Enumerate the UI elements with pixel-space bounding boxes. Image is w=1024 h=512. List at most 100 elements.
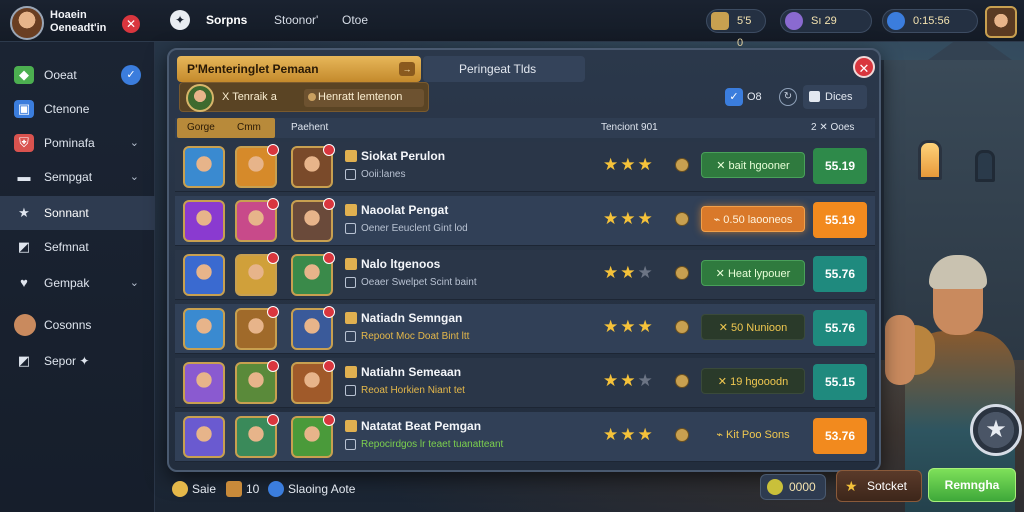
offer-row[interactable]: Naoolat Pengat Oener Eeuclent Gint lod ★★★…: [175, 196, 875, 246]
chart-icon: ◩: [17, 353, 31, 368]
coin-counter[interactable]: 5'5 0: [706, 9, 766, 49]
star-icon: ★: [603, 209, 621, 228]
favorite-star-button[interactable]: ★: [970, 404, 1022, 456]
unit-portrait[interactable]: [291, 414, 335, 458]
chevron-down-icon: ⌄: [129, 277, 139, 289]
offer-type-icon: [345, 258, 357, 270]
column-tab-2[interactable]: Cmm: [237, 118, 261, 138]
unit-portrait[interactable]: [183, 416, 225, 458]
secondary-button[interactable]: ★ Sotcket: [836, 470, 922, 502]
unit-portrait[interactable]: [183, 146, 225, 188]
sidebar-item-8[interactable]: Cosonns: [0, 308, 155, 342]
sidebar-item-1[interactable]: ◆ Ooeat ✓: [0, 58, 155, 92]
unit-portrait[interactable]: [291, 252, 335, 296]
bottom-counter-value: 0000: [789, 480, 816, 494]
notification-badge-icon: [267, 414, 279, 426]
info-icon: [345, 385, 356, 396]
offer-subtitle: Repoot Moc Doat Bint ltt: [361, 331, 470, 342]
buy-price-button[interactable]: 55.15: [813, 364, 867, 400]
nav-tab-1[interactable]: Sorpns: [206, 13, 247, 27]
offer-row[interactable]: Nalo ltgenoos Oeaer Swelpet Scint baint ★★…: [175, 250, 875, 300]
logo-icon[interactable]: ✦: [170, 10, 190, 30]
unit-portrait[interactable]: [235, 360, 279, 404]
nav-tab-3[interactable]: Otoe: [342, 13, 368, 27]
offer-title: Natiadn Semngan: [361, 311, 463, 325]
star-icon: ★: [620, 425, 638, 444]
unit-portrait[interactable]: [235, 144, 279, 188]
timer-counter[interactable]: 0:15:56: [882, 9, 978, 33]
sidebar-item-6[interactable]: ◩ Sefmnat: [0, 230, 155, 264]
offer-row[interactable]: Natiadn Semngan Repoot Moc Doat Bint ltt ★…: [175, 304, 875, 354]
star-icon: ★: [620, 209, 638, 228]
unit-portrait[interactable]: [235, 414, 279, 458]
column-tab-1[interactable]: Gorge: [187, 118, 215, 138]
unit-portrait[interactable]: [183, 308, 225, 350]
sword-icon: [226, 481, 242, 497]
reward-tag: ⌁ Kit Poo Sons: [716, 429, 790, 441]
tab-inactive[interactable]: Peringeat Tlds: [423, 56, 585, 82]
buy-price-button[interactable]: 55.76: [813, 256, 867, 292]
bottom-counter[interactable]: 0000: [760, 474, 826, 500]
profile-close-button[interactable]: ✕: [122, 15, 140, 33]
buy-price-button[interactable]: 53.76: [813, 418, 867, 454]
reward-tag: ✕ 19 hgooodn: [701, 368, 805, 394]
offer-row[interactable]: Natatat Beat Pemgan Repocirdgos lr teaet …: [175, 412, 875, 462]
sidebar-item-3[interactable]: ⛨ Pominafa ⌄: [0, 126, 155, 160]
offer-type-icon: [345, 150, 357, 162]
profile-avatar[interactable]: [10, 6, 44, 40]
unit-portrait[interactable]: [291, 306, 335, 350]
nav-tab-2[interactable]: Stoonor': [274, 13, 318, 27]
star-rating: ★★★: [603, 425, 655, 445]
tab-active[interactable]: P'Menteringlet Pemaan →: [177, 56, 421, 82]
offer-type-icon: [345, 312, 357, 324]
buy-price-button[interactable]: 55.76: [813, 310, 867, 346]
star-icon: ★: [620, 263, 638, 282]
star-icon: ★: [637, 425, 655, 444]
unit-portrait[interactable]: [235, 252, 279, 296]
checkbox[interactable]: ✓: [725, 88, 743, 106]
refresh-icon[interactable]: ↻: [779, 88, 797, 106]
offer-title: Nalo ltgenoos: [361, 257, 441, 271]
sidebar-item-9[interactable]: ◩ Sepor ✦: [0, 344, 155, 378]
timer-icon: [887, 12, 905, 30]
sidebar-item-label: Gempak: [44, 276, 90, 290]
unit-portrait[interactable]: [183, 200, 225, 242]
offer-row[interactable]: Siokat Perulon Ooii:lanes ★★★ ✕ bait hgoone…: [175, 142, 875, 192]
sort-dropdown[interactable]: Dices: [803, 85, 867, 109]
info-icon: [345, 223, 356, 234]
offer-row[interactable]: Natiahn Semeaan Reoat Horkien Niant tet ★★…: [175, 358, 875, 408]
unit-portrait[interactable]: [183, 254, 225, 296]
filter-box[interactable]: X Tenraik a Henratt lemtenon: [179, 82, 429, 112]
primary-button[interactable]: Remngha: [928, 468, 1016, 502]
column-header-name: Paehent: [291, 122, 329, 133]
offer-type-icon: [345, 420, 357, 432]
buy-price-button[interactable]: 55.19: [813, 202, 867, 238]
unit-portrait[interactable]: [291, 198, 335, 242]
unit-portrait[interactable]: [183, 362, 225, 404]
offer-type-icon: [345, 366, 357, 378]
unit-portrait[interactable]: [235, 306, 279, 350]
unit-portrait[interactable]: [235, 198, 279, 242]
unit-portrait[interactable]: [291, 360, 335, 404]
star-rating: ★★★: [603, 155, 655, 175]
offer-subtitle: Oeaer Swelpet Scint baint: [361, 277, 477, 288]
filter-avatar: [186, 84, 214, 112]
notification-badge-icon: [267, 306, 279, 318]
star-icon: ★: [637, 317, 655, 336]
sidebar-item-2[interactable]: ▣ Ctenone: [0, 92, 155, 126]
sidebar-item-7[interactable]: ♥ Gempak ⌄: [0, 266, 155, 300]
sidebar-item-5[interactable]: ★ Sonnant: [0, 196, 155, 230]
gem-counter[interactable]: Sı 29: [780, 9, 872, 33]
offer-title: Naoolat Pengat: [361, 203, 449, 217]
medal-icon: [675, 428, 689, 442]
filter-chip-label: Henratt lemtenon: [318, 91, 403, 103]
notification-badge-icon: [323, 360, 335, 372]
modal-close-button[interactable]: ✕: [853, 56, 875, 78]
reward-tag: ✕ Heat lypouer: [701, 260, 805, 286]
sidebar-item-4[interactable]: ▬ Sempgat ⌄: [0, 160, 155, 194]
player-avatar[interactable]: [985, 6, 1017, 38]
reward-tag: ✕ bait hgooner: [701, 152, 805, 178]
buy-price-button[interactable]: 55.19: [813, 148, 867, 184]
bottom-label-1: Saie: [192, 482, 217, 496]
unit-portrait[interactable]: [291, 144, 335, 188]
